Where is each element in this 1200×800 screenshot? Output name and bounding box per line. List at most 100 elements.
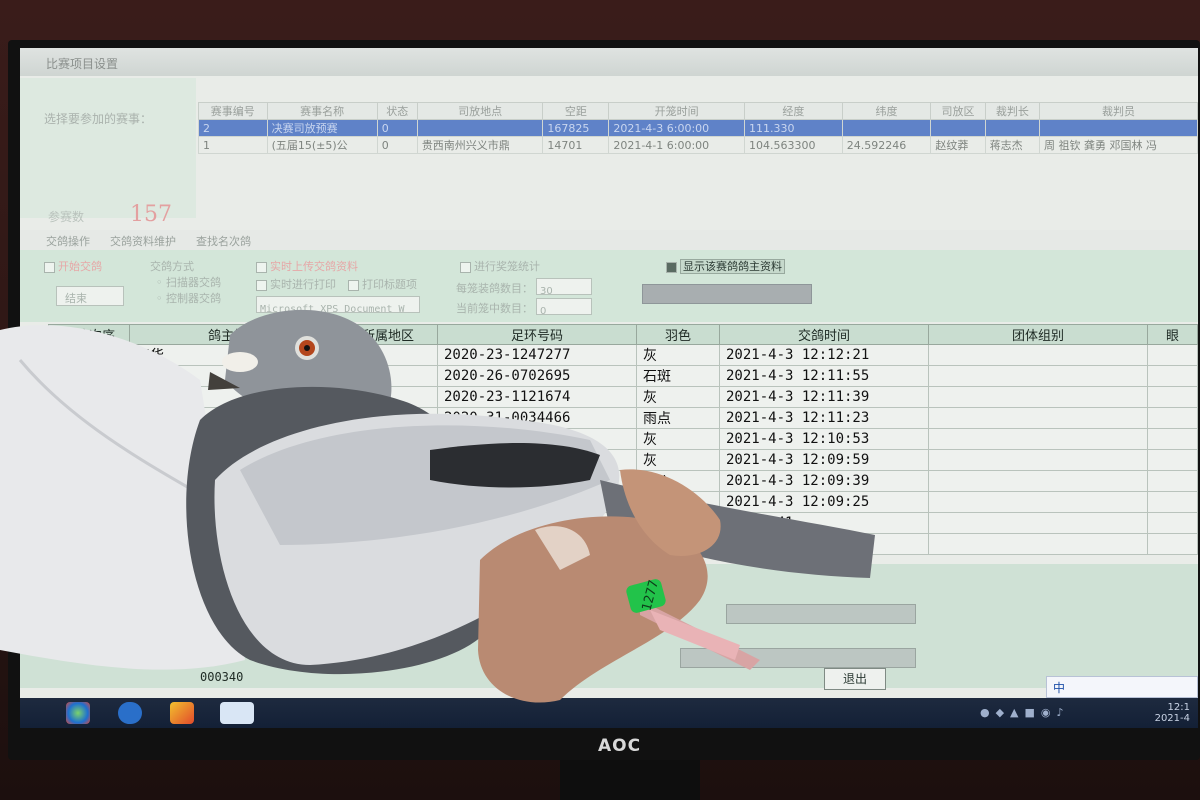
- col-race-name[interactable]: 赛事名称: [266, 102, 378, 120]
- basketing-row[interactable]: 条 2021-4-3 12:09:25: [48, 491, 1198, 513]
- cell: 2021-4-1 6:00:00: [608, 136, 746, 154]
- cell: [1147, 512, 1198, 534]
- realtime-upload-checkbox[interactable]: 实时上传交鸽资料: [256, 258, 358, 274]
- tab-find-rank[interactable]: 查找名次鸽: [196, 233, 251, 249]
- col-distance[interactable]: 空距: [542, 102, 610, 120]
- media-player-icon[interactable]: [170, 702, 194, 724]
- col-group[interactable]: 团体组别: [928, 324, 1148, 345]
- per-cage-value: 30: [540, 286, 553, 297]
- end-button[interactable]: 结束: [56, 286, 124, 306]
- col-time[interactable]: 交鸽时间: [719, 324, 929, 345]
- system-tray-icons[interactable]: ●◆▲■◉♪: [980, 706, 1070, 719]
- bottom-panel: [20, 564, 1198, 688]
- cell: 157: [48, 344, 130, 366]
- app-k-icon[interactable]: [118, 702, 142, 724]
- cell: [1147, 533, 1198, 555]
- checkbox-box: [348, 279, 359, 291]
- ime-mode-label: 中: [1053, 681, 1066, 695]
- basketing-row[interactable]: 吕磊安 2020-26-0702695 石斑 2021-4-3 12:11:55: [48, 365, 1198, 387]
- col-release-time[interactable]: 开笼时间: [608, 102, 746, 120]
- cell: [928, 344, 1148, 366]
- start-button-icon[interactable]: [66, 702, 90, 724]
- col-ring[interactable]: 足环号码: [437, 324, 637, 345]
- cell: 2020-26-0702695: [437, 365, 637, 387]
- cell: 阳: [338, 386, 438, 408]
- col-chief-judge[interactable]: 裁判长: [984, 102, 1041, 120]
- cell: 14701: [542, 136, 610, 154]
- cell: [338, 407, 438, 429]
- basketing-row[interactable]: 8:06: [48, 533, 1198, 555]
- basketing-row[interactable]: (绛) 2021-4-3 12:09:39: [48, 470, 1198, 492]
- basketing-row[interactable]: 灰 2021-4-3 12:10:53: [48, 428, 1198, 450]
- owner-info-field: [642, 284, 812, 304]
- controller-label: 控制器交鸽: [166, 292, 221, 305]
- cell: 0: [376, 119, 418, 137]
- cell: [416, 119, 544, 137]
- checkbox-box: [666, 261, 677, 273]
- cell: [48, 407, 130, 429]
- col-release-site[interactable]: 司放地点: [416, 102, 544, 120]
- cell: [129, 491, 339, 513]
- basketing-row[interactable]: 12:08:41: [48, 512, 1198, 534]
- cell: 2021-4-3 12:09:25: [719, 491, 929, 513]
- per-cage-input[interactable]: 30: [536, 278, 592, 297]
- cell: [48, 386, 130, 408]
- col-region[interactable]: 司放区: [930, 102, 986, 120]
- show-owner-checkbox[interactable]: 显示该赛鸽鸽主资料: [666, 258, 785, 274]
- cell: [48, 365, 130, 387]
- cell: 0: [376, 136, 418, 154]
- print-title-checkbox[interactable]: 打印标题项: [348, 276, 417, 292]
- race-row[interactable]: 2 决赛司放预赛 0 167825 2021-4-3 6:00:00 111.3…: [198, 119, 1198, 137]
- current-input[interactable]: 0: [536, 298, 592, 317]
- cell: [1147, 470, 1198, 492]
- cell: 贵西南州兴义市鼎: [416, 136, 544, 154]
- col-color[interactable]: 羽色: [636, 324, 720, 345]
- checkbox-box: [256, 279, 267, 291]
- tab-strip: 交鸽操作 交鸽资料维护 查找名次鸽: [20, 230, 1198, 251]
- cell: [437, 428, 637, 450]
- basketing-row[interactable]: 157 王华阳 2020-23-1247277 灰 2021-4-3 12:12:21: [48, 344, 1198, 366]
- col-longitude[interactable]: 经度: [744, 102, 843, 120]
- controller-radio[interactable]: ◦ 控制器交鸽: [156, 290, 221, 306]
- cell: 2020-23-1247277: [437, 344, 637, 366]
- race-row[interactable]: 1 (五届15(±5)公 0 贵西南州兴义市鼎 14701 2021-4-1 6…: [198, 136, 1198, 154]
- stat-checkbox[interactable]: 进行奖笼统计: [460, 258, 540, 274]
- basketing-row[interactable]: 2020-31-0034466 雨点 2021-4-3 12:11:23: [48, 407, 1198, 429]
- info-field: [680, 648, 916, 668]
- cell: [129, 533, 339, 555]
- col-latitude[interactable]: 纬度: [841, 102, 932, 120]
- tab-maintenance[interactable]: 交鸽资料维护: [110, 233, 176, 249]
- basketing-row[interactable]: 阳 2020-23-1121674 灰 2021-4-3 12:11:39: [48, 386, 1198, 408]
- cell: [129, 470, 339, 492]
- cell: [48, 449, 130, 471]
- col-owner[interactable]: 鸽主姓名: [129, 324, 339, 345]
- printer-select[interactable]: Microsoft XPS Document W: [256, 296, 420, 315]
- cell: [928, 428, 1148, 450]
- col-eye[interactable]: 眼: [1147, 324, 1198, 345]
- stat-label: 进行奖笼统计: [474, 260, 540, 273]
- basketing-row[interactable]: 灰 2021-4-3 12:09:59: [48, 449, 1198, 471]
- col-status[interactable]: 状态: [376, 102, 418, 120]
- cell: [338, 449, 438, 471]
- scanner-radio[interactable]: ◦ 扫描器交鸽: [156, 274, 221, 290]
- cell: 2: [198, 119, 268, 137]
- realtime-print-checkbox[interactable]: 实时进行打印: [256, 276, 336, 292]
- taskbar-clock[interactable]: 12:1 2021-4: [1155, 702, 1190, 724]
- cell: 2021-4-3 6:00:00: [608, 119, 746, 137]
- col-region[interactable]: 所属地区: [338, 324, 438, 345]
- col-judges[interactable]: 裁判员: [1039, 102, 1198, 120]
- cell: 2021-4-3 12:11:55: [719, 365, 929, 387]
- cell: [636, 512, 720, 534]
- cell: [48, 428, 130, 450]
- tab-basket[interactable]: 交鸽操作: [46, 233, 90, 249]
- cell: 赵纹莽: [930, 136, 986, 154]
- cell: 2020-23-1121674: [437, 386, 637, 408]
- exit-button[interactable]: 退出: [824, 668, 886, 690]
- start-basketing-checkbox[interactable]: 开始交鸽: [44, 258, 102, 274]
- col-order[interactable]: 上笼次序: [48, 324, 130, 345]
- col-race-id[interactable]: 赛事编号: [198, 102, 268, 120]
- checkbox-box: [460, 261, 471, 273]
- cell: [129, 512, 339, 534]
- ime-toolbar[interactable]: 中: [1046, 676, 1198, 698]
- pigeon-app-icon[interactable]: [220, 702, 254, 724]
